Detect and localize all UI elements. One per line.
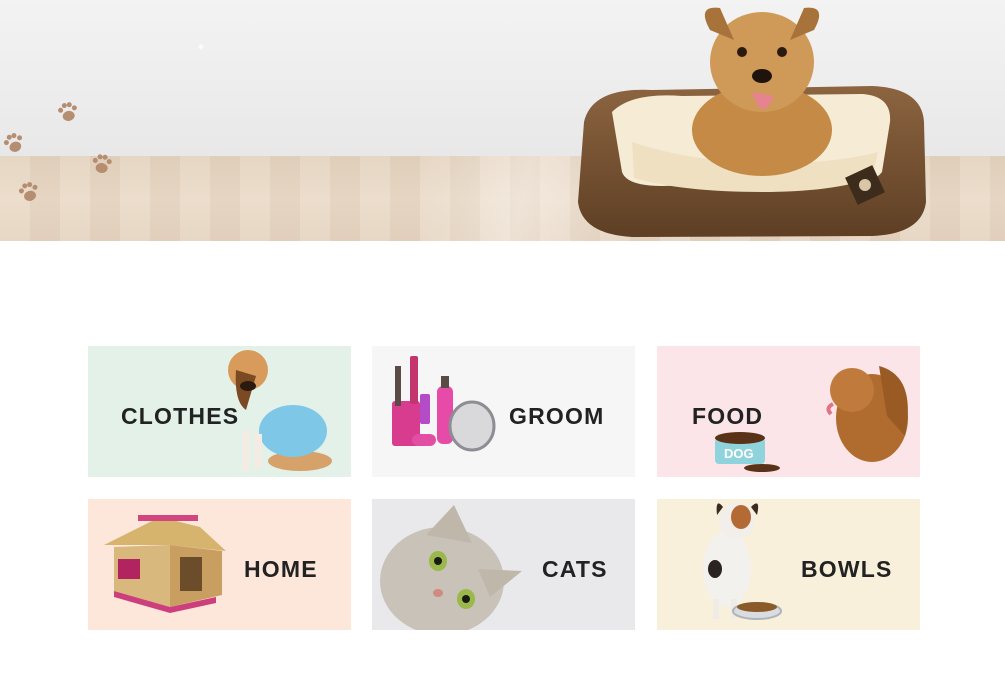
category-label: CATS — [542, 556, 608, 582]
category-label: FOOD — [692, 403, 764, 429]
paw-print-icon — [54, 98, 82, 126]
category-card-bowls[interactable]: BOWLS — [657, 499, 920, 630]
dog-image — [692, 7, 832, 176]
category-card-groom[interactable]: GROOM — [372, 346, 635, 477]
category-grid: CLOTHES GROOM DOG FOOD HOME CATS BOWLS — [88, 346, 921, 631]
category-card-home[interactable]: HOME — [88, 499, 351, 630]
category-label: GROOM — [509, 403, 605, 429]
category-card-clothes[interactable]: CLOTHES — [88, 346, 351, 477]
category-card-food[interactable]: DOG FOOD — [657, 346, 920, 477]
paw-print-icon — [89, 151, 115, 177]
category-card-cats[interactable]: CATS — [372, 499, 635, 630]
bowl-text: DOG — [724, 446, 754, 461]
category-label: HOME — [244, 556, 318, 582]
category-label: CLOTHES — [121, 403, 240, 429]
category-label: BOWLS — [801, 556, 893, 582]
hero-banner — [0, 0, 1005, 241]
